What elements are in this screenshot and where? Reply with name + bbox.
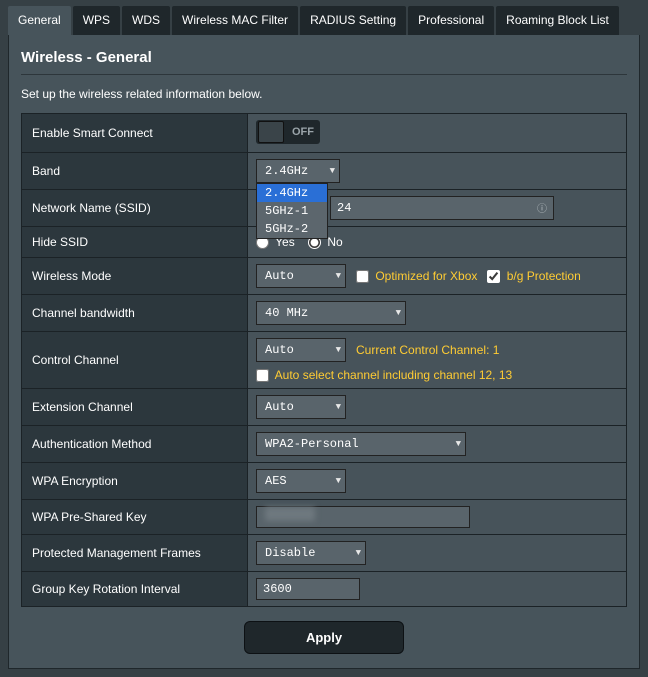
wpa-encryption-value: AES xyxy=(265,474,287,488)
label-wpa-psk: WPA Pre-Shared Key xyxy=(22,500,248,535)
chevron-down-icon: ▼ xyxy=(336,345,341,355)
control-channel-select[interactable]: Auto ▼ xyxy=(256,338,346,362)
chevron-down-icon: ▼ xyxy=(356,548,361,558)
chevron-down-icon: ▼ xyxy=(336,402,341,412)
chevron-down-icon: ▼ xyxy=(330,166,335,176)
wireless-mode-select[interactable]: Auto ▼ xyxy=(256,264,346,288)
extension-channel-value: Auto xyxy=(265,400,294,414)
chevron-down-icon: ▼ xyxy=(396,308,401,318)
wireless-mode-value: Auto xyxy=(265,269,294,283)
opt-bg-checkbox[interactable] xyxy=(487,270,500,283)
opt-bg-protection[interactable]: b/g Protection xyxy=(487,269,580,283)
auth-method-value: WPA2-Personal xyxy=(265,437,359,451)
label-hide-ssid: Hide SSID xyxy=(22,227,248,258)
auth-method-select[interactable]: WPA2-Personal ▼ xyxy=(256,432,466,456)
opt-xbox-label: Optimized for Xbox xyxy=(375,269,477,283)
tab-wps[interactable]: WPS xyxy=(73,6,120,35)
label-band: Band xyxy=(22,153,248,190)
control-channel-auto12-13-label: Auto select channel including channel 12… xyxy=(275,368,513,382)
label-control-channel: Control Channel xyxy=(22,332,248,389)
group-key-interval-value: 3600 xyxy=(263,582,292,596)
control-channel-value: Auto xyxy=(265,343,294,357)
label-channel-bandwidth: Channel bandwidth xyxy=(22,295,248,332)
pmf-select[interactable]: Disable ▼ xyxy=(256,541,366,565)
label-pmf: Protected Management Frames xyxy=(22,535,248,572)
band-option-5ghz-1[interactable]: 5GHz-1 xyxy=(257,202,327,220)
control-channel-auto12-13[interactable]: Auto select channel including channel 12… xyxy=(256,368,512,382)
wpa-psk-masked-value xyxy=(265,507,315,521)
band-option-24ghz[interactable]: 2.4GHz xyxy=(257,184,327,202)
tab-roaming-block-list[interactable]: Roaming Block List xyxy=(496,6,619,35)
page-subtitle: Set up the wireless related information … xyxy=(21,75,627,113)
wpa-psk-input[interactable] xyxy=(256,506,470,528)
band-option-5ghz-2[interactable]: 5GHz-2 xyxy=(257,220,327,238)
settings-table: Enable Smart Connect OFF Band 2.4GHz ▼ 2… xyxy=(21,113,627,607)
wpa-encryption-select[interactable]: AES ▼ xyxy=(256,469,346,493)
channel-bandwidth-select[interactable]: 40 MHz ▼ xyxy=(256,301,406,325)
pmf-value: Disable xyxy=(265,546,315,560)
control-channel-auto12-13-checkbox[interactable] xyxy=(256,369,269,382)
toggle-state-text: OFF xyxy=(292,126,314,138)
control-channel-status: Current Control Channel: 1 xyxy=(356,343,499,357)
info-icon: ⓘ xyxy=(537,200,547,216)
chevron-down-icon: ▼ xyxy=(456,439,461,449)
tab-professional[interactable]: Professional xyxy=(408,6,494,35)
hide-ssid-no-label: No xyxy=(327,235,342,249)
extension-channel-select[interactable]: Auto ▼ xyxy=(256,395,346,419)
band-dropdown: 2.4GHz 5GHz-1 5GHz-2 xyxy=(256,183,328,239)
tab-bar: General WPS WDS Wireless MAC Filter RADI… xyxy=(0,0,648,35)
label-wireless-mode: Wireless Mode xyxy=(22,258,248,295)
tab-wds[interactable]: WDS xyxy=(122,6,170,35)
page-title: Wireless - General xyxy=(21,45,627,75)
opt-bg-label: b/g Protection xyxy=(507,269,581,283)
band-select-value: 2.4GHz xyxy=(265,164,308,178)
wireless-general-panel: Wireless - General Set up the wireless r… xyxy=(8,35,640,669)
chevron-down-icon: ▼ xyxy=(336,476,341,486)
toggle-knob xyxy=(258,121,284,143)
tab-wireless-mac-filter[interactable]: Wireless MAC Filter xyxy=(172,6,298,35)
chevron-down-icon: ▼ xyxy=(336,271,341,281)
ssid-input-value: 24 xyxy=(337,201,351,215)
label-auth-method: Authentication Method xyxy=(22,426,248,463)
tab-general[interactable]: General xyxy=(8,6,71,35)
channel-bandwidth-value: 40 MHz xyxy=(265,306,308,320)
opt-xbox[interactable]: Optimized for Xbox xyxy=(356,269,477,283)
band-select[interactable]: 2.4GHz ▼ xyxy=(256,159,340,183)
tab-radius-setting[interactable]: RADIUS Setting xyxy=(300,6,406,35)
smart-connect-toggle[interactable]: OFF xyxy=(256,120,320,144)
label-smart-connect: Enable Smart Connect xyxy=(22,114,248,153)
ssid-input[interactable]: 24 ⓘ xyxy=(330,196,554,220)
apply-button[interactable]: Apply xyxy=(244,621,404,654)
label-extension-channel: Extension Channel xyxy=(22,389,248,426)
group-key-interval-input[interactable]: 3600 xyxy=(256,578,360,600)
label-ssid: Network Name (SSID) xyxy=(22,190,248,227)
label-wpa-encryption: WPA Encryption xyxy=(22,463,248,500)
opt-xbox-checkbox[interactable] xyxy=(356,270,369,283)
label-group-key-interval: Group Key Rotation Interval xyxy=(22,572,248,607)
